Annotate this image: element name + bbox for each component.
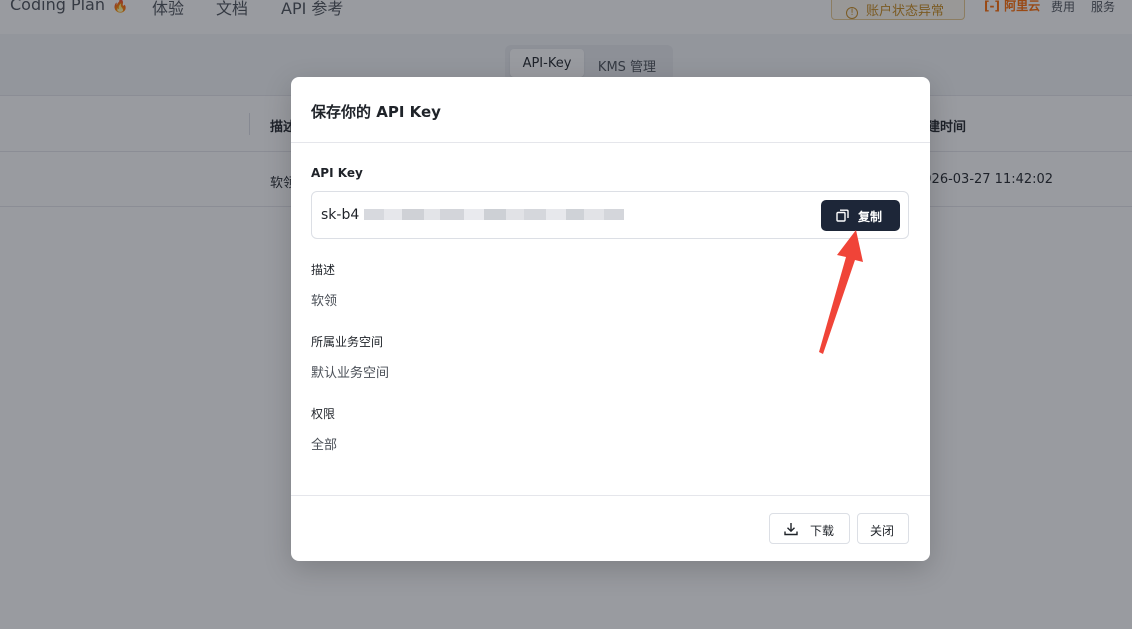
download-button[interactable]: 下载 [769,513,850,544]
close-button-label: 关闭 [870,524,895,538]
description-label: 描述 [311,263,336,277]
dialog-title: 保存你的 API Key [311,103,441,121]
download-icon [784,523,798,536]
download-button-label: 下载 [810,524,835,538]
permission-label: 权限 [311,407,336,421]
dialog-header: 保存你的 API Key [291,77,930,143]
permission-value: 全部 [311,438,338,453]
dialog-footer: 下载 关闭 [291,495,930,561]
close-button[interactable]: 关闭 [857,513,909,544]
annotation-arrow-icon [819,230,863,354]
description-value: 软领 [311,294,338,309]
api-key-value: sk-b4 [321,207,360,223]
redacted-key-mask [364,209,624,220]
workspace-value: 默认业务空间 [311,366,390,381]
workspace-label: 所属业务空间 [311,335,384,349]
copy-icon [836,209,849,222]
api-key-label: API Key [311,166,363,180]
